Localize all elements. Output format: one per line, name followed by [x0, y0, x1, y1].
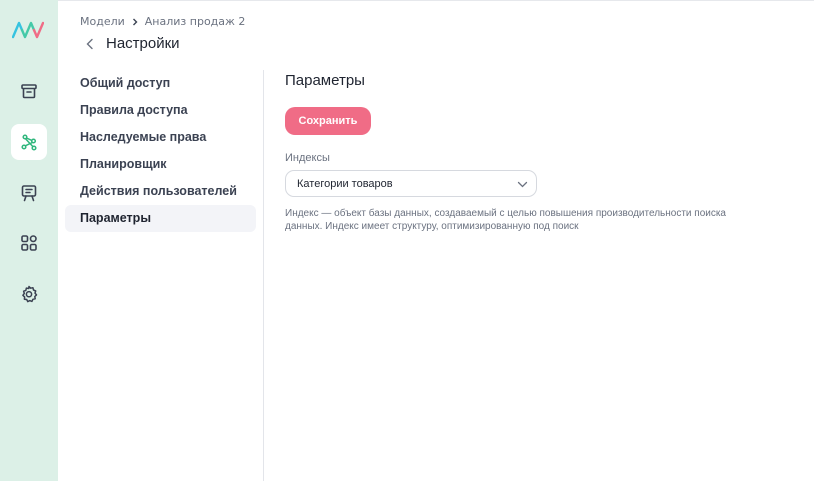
- apps-grid-icon: [21, 235, 37, 251]
- rail-settings-button[interactable]: [11, 276, 47, 312]
- indexes-label: Индексы: [285, 152, 330, 164]
- section-title: Параметры: [285, 72, 365, 89]
- rail-apps-button[interactable]: [11, 225, 47, 261]
- back-arrow-icon[interactable]: [84, 38, 96, 50]
- nav-item-access-rules[interactable]: Правила доступа: [65, 97, 256, 124]
- top-border: [58, 0, 814, 1]
- indexes-help-text: Индекс — объект базы данных, создаваемый…: [285, 208, 726, 232]
- page-header: Настройки: [84, 35, 180, 52]
- breadcrumb-parent-link[interactable]: Модели: [80, 15, 125, 28]
- archive-icon: [21, 84, 37, 99]
- nav-item-user-actions[interactable]: Действия пользователей: [65, 178, 256, 205]
- chevron-down-icon: [517, 181, 528, 188]
- breadcrumb: Модели Анализ продаж 2: [80, 15, 245, 28]
- gear-icon: [22, 285, 38, 303]
- model-graph-icon: [21, 134, 37, 151]
- nav-item-inherited-rights[interactable]: Наследуемые права: [65, 124, 256, 151]
- rail-presentation-button[interactable]: [11, 175, 47, 211]
- settings-nav: Общий доступ Правила доступа Наследуемые…: [65, 70, 256, 232]
- logo-icon[interactable]: [12, 21, 44, 39]
- save-button[interactable]: Сохранить: [285, 107, 371, 135]
- nav-item-scheduler[interactable]: Планировщик: [65, 151, 256, 178]
- chevron-right-icon: [132, 18, 138, 25]
- content-divider: [263, 70, 264, 481]
- breadcrumb-current: Анализ продаж 2: [144, 15, 246, 28]
- nav-item-sharing[interactable]: Общий доступ: [65, 70, 256, 97]
- indexes-select[interactable]: Категории товаров: [285, 170, 537, 197]
- page-title: Настройки: [106, 35, 180, 52]
- nav-item-parameters[interactable]: Параметры: [65, 205, 256, 232]
- rail-archive-button[interactable]: [11, 73, 47, 109]
- app-rail: [0, 0, 58, 481]
- rail-models-button[interactable]: [11, 124, 47, 160]
- indexes-selected-value: Категории товаров: [297, 177, 393, 190]
- presentation-icon: [21, 185, 37, 202]
